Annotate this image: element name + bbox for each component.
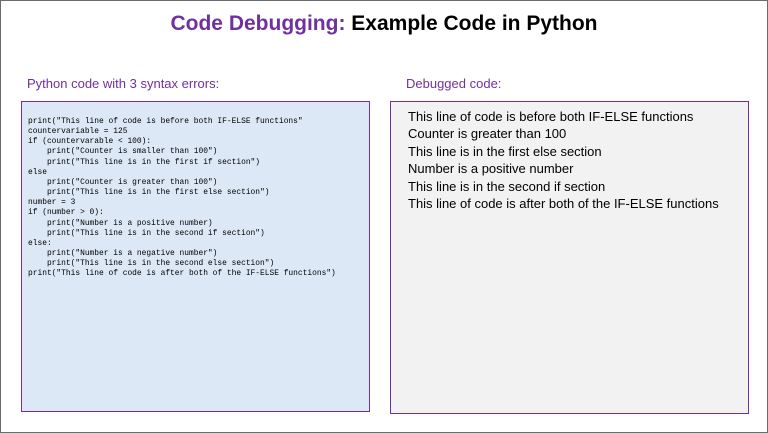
code-panel: print("This line of code is before both … [21,101,370,412]
title-rest: Example Code in Python [345,12,598,35]
code-line: countervariable = 125 [28,127,128,137]
code-line: else [28,167,47,177]
code-line: print("Number is a positive number) [28,218,213,228]
output-line: This line of code is after both of the I… [408,196,719,212]
output-panel: This line of code is before both IF-ELSE… [390,101,749,414]
code-panel-label: Python code with 3 syntax errors: [27,76,220,91]
code-line: print("Counter is greater than 100") [28,177,218,187]
page-title: Code Debugging: Example Code in Python [1,12,767,36]
code-line: print("Counter is smaller than 100") [28,147,218,157]
code-line: number = 3 [28,198,76,208]
code-line: print("Number is a negative number") [28,249,218,259]
code-line: print("This line is in the first if sect… [28,157,261,167]
title-accent: Code Debugging: [170,12,346,35]
output-line: This line of code is before both IF-ELSE… [408,109,694,124]
output-line: Counter is greater than 100 [408,126,567,142]
output-line: Number is a positive number [408,161,574,177]
code-line: print("This line is in the second if sec… [28,228,265,238]
code-line: print("This line of code is before both … [28,117,303,126]
output-line: This line is in the first else section [408,143,602,159]
code-line: print("This line is in the first else se… [28,188,270,198]
output-panel-label: Debugged code: [406,76,502,91]
code-line: print("This line of code is after both o… [28,269,336,279]
code-line: if (countervarable < 100): [28,137,152,147]
code-line: else: [28,238,52,248]
slide: Code Debugging: Example Code in Python P… [0,0,768,433]
code-line: if (number > 0): [28,208,104,218]
code-line: print("This line is in the second else s… [28,259,275,269]
output-line: This line is in the second if section [408,178,606,194]
